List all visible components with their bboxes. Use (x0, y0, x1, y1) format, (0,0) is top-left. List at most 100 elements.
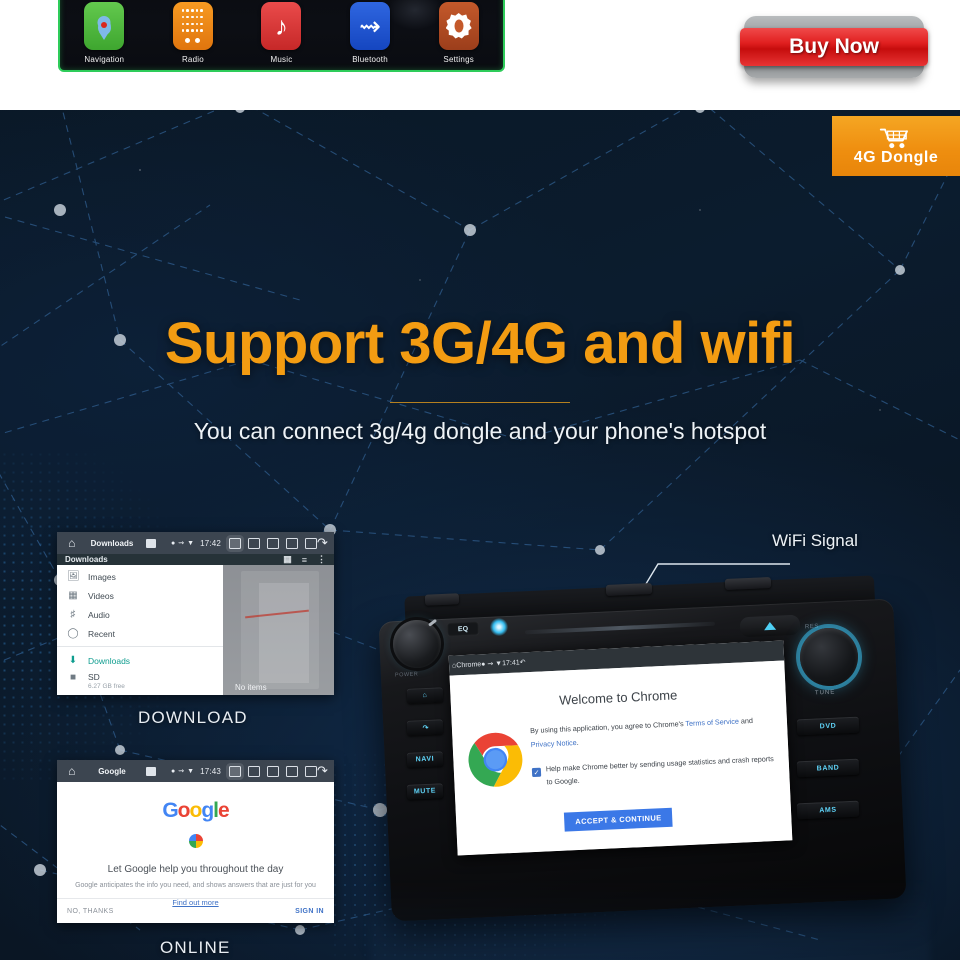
head-unit-reflection (370, 880, 930, 960)
accept-and-continue-button[interactable]: ACCEPT & CONTINUE (563, 807, 674, 832)
audio-icon: ♯ (70, 609, 76, 620)
downloads-appbar: Downloads ▦ ≡ ⋮ (57, 554, 334, 565)
music-note-icon: ♪ (261, 2, 302, 50)
sidebar-item-images[interactable]: 🖼 Images (57, 567, 223, 586)
sidebar-item-downloads[interactable]: ⬇ Downloads (57, 651, 223, 670)
tray-volume-icon[interactable] (248, 765, 261, 777)
downloads-statusbar: ⌂ Downloads ● ⇝ ▼ 17:42 ↶ (57, 532, 334, 554)
bluetooth-icon: ⇝ (178, 540, 185, 547)
4g-dongle-badge[interactable]: 4G Dongle (832, 116, 960, 176)
eject-button[interactable] (739, 614, 801, 638)
google-logo: Google (57, 799, 334, 823)
google-onboarding: Google Let Google help you throughout th… (57, 782, 334, 923)
google-headline: Let Google help you throughout the day (107, 864, 284, 875)
car-head-unit: EQ RES POWER TUNE ⌂ ↶ NAVI MUTE DVD BAND… (378, 575, 907, 922)
statusbar-screenshot-icon[interactable] (141, 538, 161, 548)
head-unit-mute-button[interactable]: MUTE (406, 783, 444, 800)
launcher-app-navigation[interactable]: Navigation (60, 0, 149, 70)
location-icon: ● (171, 539, 176, 547)
sort-icon[interactable]: ≡ (302, 555, 307, 565)
tray-apps-icon[interactable] (286, 765, 299, 777)
launcher-app-label: Bluetooth (352, 55, 388, 64)
launcher-app-label: Settings (443, 55, 474, 64)
chrome-welcome-title: Welcome to Chrome (558, 687, 678, 708)
launcher-app-bluetooth[interactable]: ⇝ Bluetooth (326, 0, 415, 70)
downloads-app: Downloads ▦ ≡ ⋮ 🖼 Images ▦ Videos ♯ Audio ◯… (57, 554, 334, 695)
head-unit-dvd-button[interactable]: DVD (796, 716, 860, 736)
sidebar-divider (57, 646, 223, 648)
sidebar-item-label: Audio (88, 609, 110, 620)
overflow-menu-icon[interactable]: ⋮ (317, 554, 326, 565)
clock-icon: ◯ (67, 628, 79, 639)
home-icon: ⌂ (422, 691, 428, 700)
downloads-appbar-title: Downloads (65, 555, 108, 564)
usage-stats-checkbox[interactable]: ✓ (531, 767, 542, 778)
terms-of-service-link[interactable]: Terms of Service (685, 717, 739, 728)
head-unit-top-tab (424, 593, 460, 606)
caption-online: ONLINE (160, 938, 231, 957)
statusbar-app-name: Google (98, 766, 126, 776)
bluetooth-icon: ⇝ (350, 2, 391, 50)
statusbar-home-icon[interactable]: ⌂ (61, 536, 83, 550)
tray-link-icon[interactable] (305, 537, 318, 549)
google-screenshot[interactable]: ⌂ Google ● ⇝ ▼ 17:43 ↶ Google Let Google… (57, 760, 334, 923)
wifi-signal-callout-label: WiFi Signal (772, 531, 858, 550)
statusbar-home-icon[interactable]: ⌂ (61, 764, 83, 778)
sidebar-item-sd[interactable]: ■ SD 6.27 GB free (57, 670, 223, 695)
tray-eject-icon[interactable] (267, 765, 280, 777)
google-logo-letter: G (162, 799, 178, 822)
launcher-app-music[interactable]: ♪ Music (237, 0, 326, 70)
sidebar-item-label: Videos (88, 590, 114, 601)
page-title: Support 3G/4G and wifi (164, 311, 796, 376)
sidebar-item-recent[interactable]: ◯ Recent (57, 624, 223, 643)
google-assistant-icon (188, 834, 203, 848)
bluetooth-icon: ⇝ (487, 660, 494, 668)
downloads-screenshot[interactable]: ⌂ Downloads ● ⇝ ▼ 17:42 ↶ Downloads ▦ ≡ … (57, 532, 334, 695)
tray-eject-icon[interactable] (267, 537, 280, 549)
sidebar-item-audio[interactable]: ♯ Audio (57, 605, 223, 624)
no-thanks-button[interactable]: NO, THANKS (67, 908, 114, 915)
sidebar-item-sublabel: 6.27 GB free (88, 683, 125, 690)
tray-link-icon[interactable] (305, 765, 318, 777)
statusbar-back-icon[interactable]: ↶ (317, 763, 328, 779)
eq-button-label: EQ (457, 625, 469, 633)
privacy-notice-link[interactable]: Privacy Notice (531, 738, 577, 749)
launcher-app-settings[interactable]: Settings (414, 0, 503, 70)
tray-radio-icon[interactable] (226, 534, 245, 552)
empty-state-text: No items (235, 683, 267, 692)
eq-button[interactable]: EQ (446, 621, 480, 637)
ghost-thumbnail (259, 583, 309, 683)
chrome-terms-mid: and (738, 715, 754, 726)
chrome-terms-paragraph: By using this application, you agree to … (530, 713, 778, 752)
head-unit-screen[interactable]: ⌂ Chrome ● ⇝ ▼ 17:41 ↶ Welcome to Chrome… (448, 640, 793, 856)
grid-view-icon[interactable]: ▦ (283, 554, 292, 565)
wifi-icon: ▼ (187, 539, 195, 547)
statusbar-back-icon[interactable]: ↶ (317, 535, 328, 551)
tray-apps-icon[interactable] (286, 537, 299, 549)
statusbar-tray (226, 762, 318, 780)
tray-volume-icon[interactable] (248, 537, 261, 549)
launcher-app-label: Music (270, 55, 293, 64)
head-unit-home-button[interactable]: ⌂ (406, 687, 444, 704)
tray-radio-icon[interactable] (226, 762, 245, 780)
head-unit-back-button[interactable]: ↶ (406, 719, 444, 736)
buy-now-button-face: Buy Now (740, 28, 928, 66)
sidebar-item-videos[interactable]: ▦ Videos (57, 586, 223, 605)
google-statusbar: ⌂ Google ● ⇝ ▼ 17:43 ↶ (57, 760, 334, 782)
google-logo-letter: e (217, 799, 230, 822)
downloads-sidebar: 🖼 Images ▦ Videos ♯ Audio ◯ Recent ⬇ Download… (57, 565, 223, 695)
sidebar-item-label: Recent (88, 628, 115, 639)
statusbar-back-icon[interactable]: ↶ (519, 658, 526, 666)
bluetooth-icon: ⇝ (178, 768, 185, 775)
buy-now-button[interactable]: Buy Now (740, 12, 928, 86)
launcher-app-radio[interactable]: Radio (149, 0, 238, 70)
head-unit-navi-button[interactable]: NAVI (406, 751, 444, 768)
chrome-logo-icon (468, 732, 523, 787)
statusbar-screenshot-icon[interactable] (141, 766, 161, 776)
statusbar-clock: 17:42 (200, 538, 222, 548)
car-app-launcher-strip: Navigation Radio ♪ Music ⇝ Bluetooth Set… (58, 0, 505, 72)
head-unit-band-button[interactable]: BAND (796, 758, 860, 778)
head-unit-ams-button[interactable]: AMS (796, 800, 860, 820)
statusbar-app-name: Downloads (90, 538, 134, 548)
sign-in-button[interactable]: SIGN IN (295, 908, 324, 915)
